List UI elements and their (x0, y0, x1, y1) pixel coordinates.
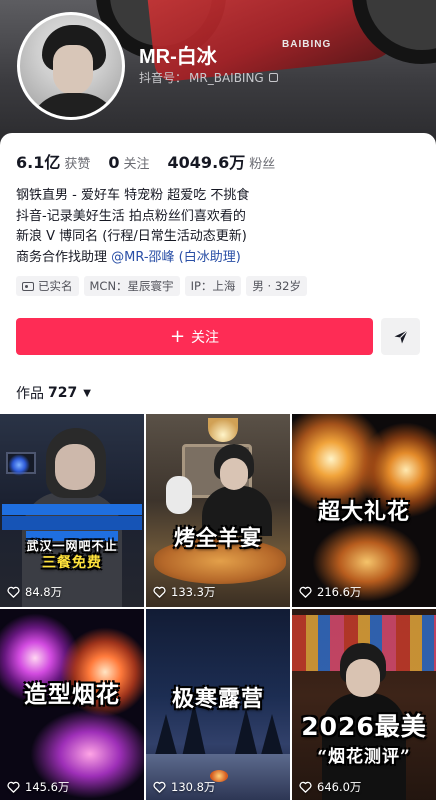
video-tile[interactable]: 烤全羊宴 133.3万 (146, 414, 290, 607)
video-caption-line: “烟花测评” (317, 747, 411, 767)
stat-likes-label: 获赞 (64, 157, 91, 172)
douyin-id-row[interactable]: 抖音号： MR_BAIBING (139, 69, 278, 86)
video-likes-count: 216.6万 (317, 585, 362, 599)
tag-gender-age-label: 男 · 32岁 (252, 279, 301, 293)
heart-outline-icon (299, 781, 312, 793)
stat-followers-label: 粉丝 (249, 157, 276, 172)
profile-bio: 钢铁直男 - 爱好车 特宠粉 超爱吃 不挑食 抖音-记录美好生活 拍点粉丝们喜欢… (16, 186, 249, 268)
video-tile[interactable]: 超大礼花 216.6万 (292, 414, 436, 607)
video-caption: 烤全羊宴 (174, 525, 262, 550)
works-tab[interactable]: 作品 727 ▼ (16, 383, 91, 403)
video-tile[interactable]: 2026最美 “烟花测评” 646.0万 (292, 609, 436, 800)
video-grid: 武汉一网吧不止 三餐免费 84.8万 烤全羊宴 133.3万 超大礼花 216.… (0, 414, 436, 800)
video-caption: 武汉一网吧不止 三餐免费 (0, 538, 144, 572)
bio-line: 新浪 V 博同名 (行程/日常生活动态更新) (16, 229, 247, 245)
thumb-person-face (346, 659, 380, 697)
avatar-face (53, 45, 93, 95)
plus-icon: + (169, 325, 186, 347)
avatar-coat (28, 93, 120, 117)
caret-down-icon: ▼ (83, 387, 91, 399)
thumb-robot (166, 476, 192, 514)
tag-mcn[interactable]: MCN：星辰寰宇 (83, 276, 180, 296)
follow-button-label: 关注 (191, 329, 220, 346)
video-likes-count: 145.6万 (25, 780, 70, 794)
thumb-chandelier (208, 418, 238, 442)
tag-gender-age: 男 · 32岁 (246, 276, 307, 296)
video-likes-count: 84.8万 (25, 585, 63, 599)
douyin-id-value: MR_BAIBING (189, 70, 264, 85)
thumb-banner (2, 504, 142, 515)
heart-outline-icon (299, 586, 312, 598)
bio-line: 商务合作找助理 @MR-邵峰 (白冰助理) (16, 248, 249, 269)
stat-followers[interactable]: 4049.6万 粉丝 (168, 149, 276, 173)
tag-ip: IP：上海 (184, 276, 242, 296)
video-caption-line: 三餐免费 (42, 555, 102, 571)
stat-following-label: 关注 (123, 157, 150, 172)
video-likes: 646.0万 (299, 779, 361, 795)
video-likes: 84.8万 (7, 584, 62, 600)
thumb-banner (2, 516, 142, 530)
stat-likes-value: 6.1亿 (16, 153, 61, 172)
send-message-button[interactable] (381, 318, 420, 355)
video-tile[interactable]: 极寒露营 130.8万 (146, 609, 290, 800)
header-background-text: BAIBING (282, 39, 332, 50)
stats-row: 6.1亿 获赞 0 关注 4049.6万 粉丝 (16, 149, 275, 173)
video-likes: 133.3万 (153, 584, 215, 600)
bio-line: 抖音-记录美好生活 拍点粉丝们喜欢看的 (16, 208, 246, 224)
works-count: 727 (48, 385, 78, 401)
video-tile[interactable]: 武汉一网吧不止 三餐免费 84.8万 (0, 414, 144, 607)
profile-nickname: MR-白冰 (139, 46, 217, 68)
video-likes-count: 133.3万 (171, 585, 216, 599)
thumb-screen-glow (8, 454, 30, 476)
thumb-person-face (55, 444, 95, 490)
video-tile[interactable]: 造型烟花 145.6万 (0, 609, 144, 800)
profile-card: 6.1亿 获赞 0 关注 4049.6万 粉丝 钢铁直男 - 爱好车 特宠粉 超… (0, 133, 436, 800)
stat-following[interactable]: 0 关注 (108, 153, 149, 172)
video-caption-line: 武汉一网吧不止 (26, 539, 118, 553)
bio-mention-link[interactable]: @MR-邵峰 (白冰助理) (111, 250, 241, 265)
douyin-id-label: 抖音号： (139, 71, 188, 85)
works-label: 作品 (16, 386, 44, 402)
tag-ip-label: IP：上海 (190, 279, 236, 293)
profile-header: BAIBING MR-白冰 抖音号： MR_BAIBING (0, 0, 436, 146)
thumb-person-face (220, 458, 248, 490)
video-likes-count: 130.8万 (171, 780, 216, 794)
video-caption-line: 2026最美 (301, 712, 427, 741)
video-caption: 极寒露营 (171, 686, 264, 712)
bio-line-text: 商务合作找助理 (16, 249, 112, 265)
tag-mcn-label: MCN：星辰寰宇 (89, 279, 174, 293)
video-likes-count: 646.0万 (317, 780, 362, 794)
tag-verified-label: 已实名 (38, 279, 73, 293)
stat-likes[interactable]: 6.1亿 获赞 (16, 149, 90, 173)
id-card-icon (22, 281, 34, 291)
stat-followers-value: 4049.6万 (167, 153, 246, 172)
avatar[interactable] (17, 12, 125, 120)
video-caption: 造型烟花 (24, 681, 120, 708)
video-likes: 145.6万 (7, 779, 69, 795)
heart-outline-icon (153, 586, 166, 598)
tag-verified: 已实名 (16, 276, 79, 296)
heart-outline-icon (7, 586, 20, 598)
bio-line: 钢铁直男 - 爱好车 特宠粉 超爱吃 不挑食 (16, 188, 250, 203)
video-caption: 超大礼花 (317, 499, 410, 525)
heart-outline-icon (153, 781, 166, 793)
video-likes: 130.8万 (153, 779, 215, 795)
profile-tags: 已实名 MCN：星辰寰宇 IP：上海 男 · 32岁 (16, 276, 307, 296)
heart-outline-icon (7, 781, 20, 793)
copy-icon[interactable] (268, 73, 278, 82)
video-likes: 216.6万 (299, 584, 361, 600)
stat-following-value: 0 (108, 153, 120, 172)
follow-button[interactable]: + 关注 (16, 318, 373, 355)
paper-plane-icon (394, 329, 408, 343)
